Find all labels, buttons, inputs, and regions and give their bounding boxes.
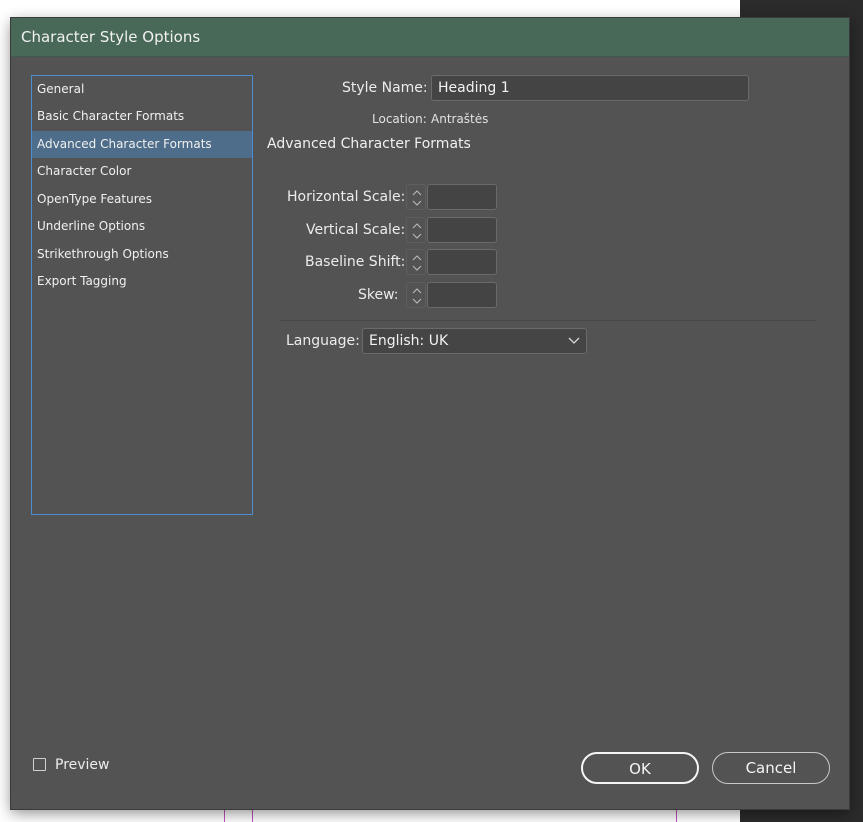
preview-checkbox[interactable]	[33, 758, 46, 771]
ok-button[interactable]: OK	[581, 752, 699, 784]
cancel-button[interactable]: Cancel	[712, 752, 830, 784]
language-dropdown[interactable]: English: UK	[362, 328, 587, 354]
category-opentype-features[interactable]: OpenType Features	[32, 186, 252, 213]
section-divider	[279, 320, 817, 321]
baseline-shift-label: Baseline Shift:	[305, 254, 406, 270]
vertical-scale-stepper[interactable]	[406, 217, 426, 243]
vertical-scale-label: Vertical Scale:	[306, 222, 406, 238]
baseline-shift-stepper[interactable]	[406, 249, 426, 275]
stepper-arrows-icon	[412, 255, 422, 271]
category-advanced-character-formats[interactable]: Advanced Character Formats	[32, 131, 252, 158]
character-style-options-dialog: Character Style Options General Basic Ch…	[11, 18, 849, 809]
category-general[interactable]: General	[32, 76, 252, 103]
language-label: Language:	[286, 333, 360, 349]
category-export-tagging[interactable]: Export Tagging	[32, 268, 252, 295]
guide-line	[676, 808, 677, 822]
horizontal-scale-label: Horizontal Scale:	[287, 189, 406, 205]
dialog-title: Character Style Options	[21, 28, 201, 46]
guide-line	[252, 808, 253, 822]
style-name-input[interactable]: Heading 1	[431, 75, 749, 101]
dialog-titlebar[interactable]: Character Style Options	[11, 18, 849, 57]
guide-line	[224, 808, 225, 822]
category-character-color[interactable]: Character Color	[32, 158, 252, 185]
chevron-down-icon	[568, 337, 580, 344]
category-basic-character-formats[interactable]: Basic Character Formats	[32, 103, 252, 130]
stepper-arrows-icon	[412, 190, 422, 206]
skew-stepper[interactable]	[406, 282, 426, 308]
baseline-shift-input[interactable]	[427, 249, 497, 275]
skew-label: Skew:	[358, 287, 399, 303]
section-title: Advanced Character Formats	[267, 136, 471, 152]
style-name-label: Style Name:	[342, 80, 428, 96]
skew-input[interactable]	[427, 282, 497, 308]
stepper-arrows-icon	[412, 288, 422, 304]
location-label: Location:	[372, 112, 427, 126]
category-list[interactable]: General Basic Character Formats Advanced…	[31, 75, 253, 515]
location-value: Antraštės	[431, 112, 489, 126]
horizontal-scale-input[interactable]	[427, 184, 497, 210]
category-strikethrough-options[interactable]: Strikethrough Options	[32, 241, 252, 268]
language-value: English: UK	[369, 333, 449, 349]
stepper-arrows-icon	[412, 223, 422, 239]
horizontal-scale-stepper[interactable]	[406, 184, 426, 210]
category-underline-options[interactable]: Underline Options	[32, 213, 252, 240]
vertical-scale-input[interactable]	[427, 217, 497, 243]
preview-label: Preview	[55, 757, 110, 773]
